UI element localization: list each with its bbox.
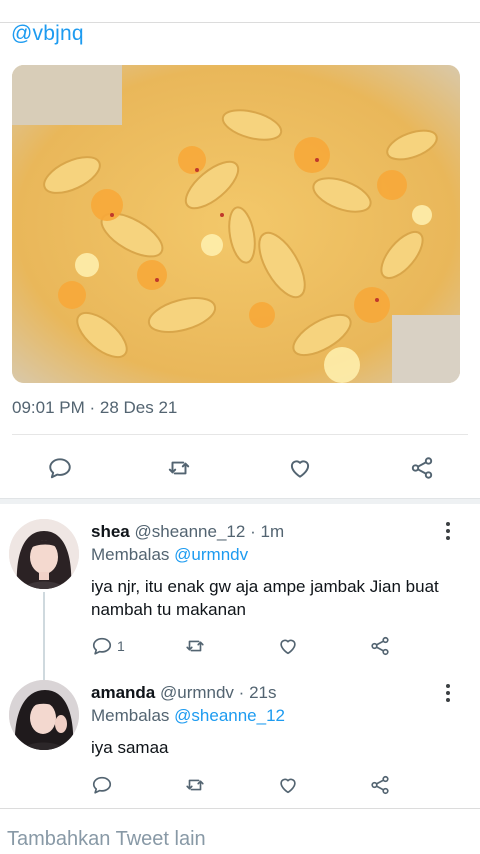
more-dot-icon: [446, 691, 450, 695]
avatar[interactable]: [9, 519, 79, 589]
mention-link[interactable]: @vbjnq: [11, 22, 84, 46]
reply-action-bar: 1: [0, 633, 480, 661]
reply-count: 1: [117, 638, 125, 654]
retweet-icon: [168, 461, 190, 475]
author-handle[interactable]: @sheanne_12: [134, 522, 245, 541]
reply-button[interactable]: [91, 772, 117, 798]
reply-icon: [49, 458, 71, 479]
reply-button[interactable]: 1: [91, 633, 125, 659]
retweet-button[interactable]: [184, 772, 206, 798]
replying-to-link[interactable]: @sheanne_12: [174, 706, 285, 725]
more-dot-icon: [446, 684, 450, 688]
reply-time: 1m: [260, 522, 285, 541]
replying-to-link[interactable]: @urmndv: [174, 545, 248, 564]
like-icon: [290, 460, 310, 478]
composer-divider: [0, 808, 480, 809]
share-icon: [371, 775, 389, 795]
like-icon: [280, 639, 296, 655]
reply-time: 21s: [249, 683, 277, 702]
tweet-action-bar: [0, 447, 480, 487]
avatar-amanda-image: [9, 680, 79, 750]
like-button[interactable]: [277, 772, 299, 798]
avatar[interactable]: [9, 680, 79, 750]
replying-label: Membalas: [91, 706, 170, 725]
share-button[interactable]: [369, 772, 391, 798]
share-button[interactable]: [369, 633, 391, 659]
reply-action-bar: [0, 772, 480, 800]
retweet-button[interactable]: [184, 633, 206, 659]
like-button[interactable]: [285, 453, 315, 483]
more-dot-icon: [446, 698, 450, 702]
retweet-button[interactable]: [164, 453, 194, 483]
more-options-button[interactable]: [440, 681, 456, 705]
more-dot-icon: [446, 536, 450, 540]
separator-dot: ·: [250, 522, 256, 541]
more-dot-icon: [446, 522, 450, 526]
reply-header: shea @sheanne_12 · 1m: [91, 522, 284, 542]
reply-button[interactable]: [45, 453, 75, 483]
add-another-tweet-input[interactable]: Tambahkan Tweet lain: [7, 828, 206, 851]
reply-header: amanda @urmndv · 21s: [91, 683, 277, 703]
share-button[interactable]: [407, 453, 437, 483]
tweet-photo[interactable]: [12, 65, 460, 383]
reply-icon: [92, 776, 112, 794]
retweet-icon: [186, 779, 204, 791]
avatar-shea-image: [9, 519, 79, 589]
share-icon: [411, 457, 433, 479]
pasta-photo-image: [12, 65, 460, 383]
author-name[interactable]: amanda: [91, 683, 155, 702]
reply-text: iya njr, itu enak gw aja ampe jambak Jia…: [91, 577, 439, 619]
reply-text: iya samaa: [91, 738, 169, 757]
more-options-button[interactable]: [440, 519, 456, 543]
retweet-icon: [186, 640, 204, 652]
replying-label: Membalas: [91, 545, 170, 564]
like-button[interactable]: [277, 633, 299, 659]
replying-to: Membalas @sheanne_12: [91, 706, 285, 726]
replying-to: Membalas @urmndv: [91, 545, 248, 565]
like-icon: [280, 778, 296, 794]
reply-icon: [92, 637, 112, 655]
more-dot-icon: [446, 529, 450, 533]
tweet-timestamp: 09:01 PM · 28 Des 21: [12, 398, 178, 417]
share-icon: [371, 636, 389, 656]
timestamp-divider: [12, 434, 468, 435]
section-separator: [0, 498, 480, 504]
author-handle[interactable]: @urmndv: [160, 683, 234, 702]
author-name[interactable]: shea: [91, 522, 130, 541]
separator-dot: ·: [238, 683, 245, 702]
